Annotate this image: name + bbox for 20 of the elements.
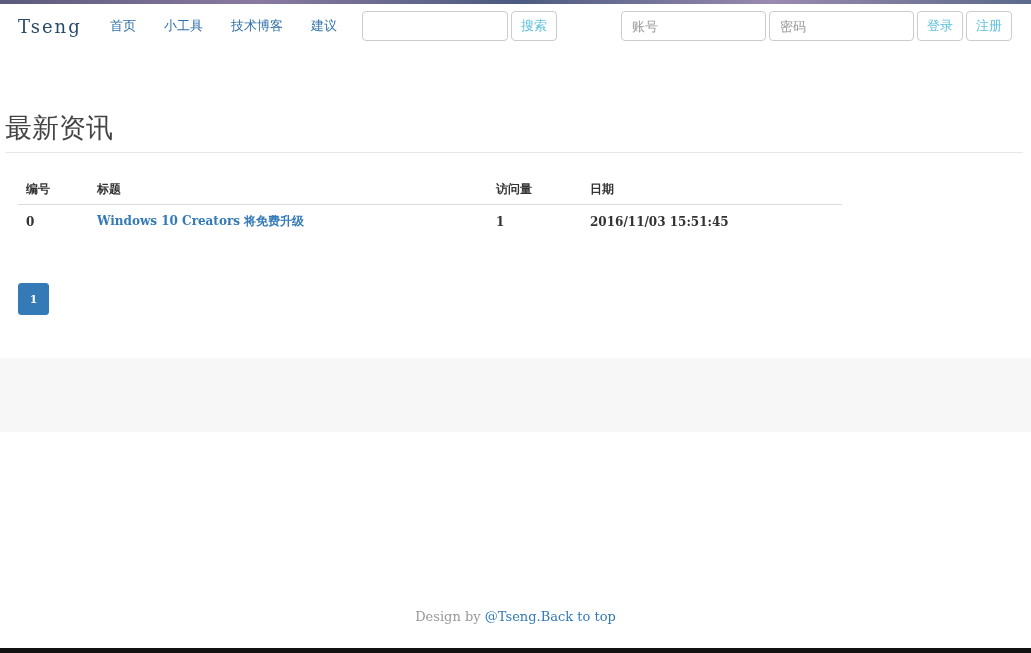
brand-logo[interactable]: Tseng	[18, 15, 82, 37]
page-heading: 最新资讯	[5, 110, 1023, 153]
password-field[interactable]: 密码	[769, 11, 914, 41]
page-button[interactable]: 1	[18, 283, 49, 315]
table-cell: 2016/11/03 15:51:45	[582, 204, 842, 238]
table-cell: 1	[488, 204, 582, 238]
footer-link[interactable]: @Tseng.Back to top	[484, 609, 616, 624]
nav-link[interactable]: 建议	[310, 17, 337, 35]
column-header: 访问量	[488, 175, 582, 205]
nav-link[interactable]: 首页	[109, 17, 136, 35]
table-cell: 0	[18, 204, 89, 238]
footer-credit: Design by @Tseng.Back to top	[415, 609, 616, 624]
account-field[interactable]: 账号	[621, 11, 766, 41]
column-header: 日期	[582, 175, 842, 205]
article-link[interactable]: Windows 10 Creators 将免费升级	[97, 214, 305, 228]
column-header: 编号	[18, 175, 89, 205]
nav-link[interactable]: 技术博客	[230, 17, 283, 35]
column-header: 标题	[89, 175, 488, 205]
nav-link[interactable]: 小工具	[163, 17, 203, 35]
search-field[interactable]	[361, 11, 508, 41]
